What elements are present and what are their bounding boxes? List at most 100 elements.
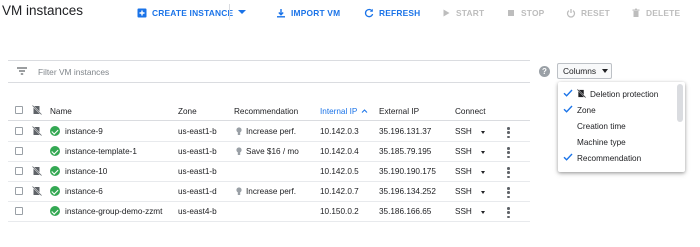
- column-header-recommendation[interactable]: Recommendation: [234, 107, 298, 116]
- sort-ascending-icon: [361, 107, 368, 116]
- columns-menu-item-recommendation[interactable]: Recommendation: [558, 150, 675, 166]
- import-icon: [275, 8, 286, 19]
- columns-menu-item-label: Deletion protection: [590, 90, 659, 99]
- create-instance-button[interactable]: CREATE INSTANCE: [136, 6, 233, 20]
- more-vert-icon[interactable]: [507, 207, 510, 218]
- ssh-button[interactable]: SSH: [455, 127, 472, 136]
- columns-menu-scrollbar[interactable]: [677, 84, 683, 122]
- ssh-chevron-down-icon[interactable]: [481, 151, 485, 154]
- recommendation-link[interactable]: Increase perf.: [246, 187, 296, 196]
- refresh-label: REFRESH: [379, 8, 421, 18]
- stop-icon: [505, 8, 516, 19]
- external-ip[interactable]: 35.190.190.175: [379, 167, 436, 176]
- internal-ip: 10.142.0.3: [320, 127, 359, 136]
- column-header-zone[interactable]: Zone: [178, 107, 197, 116]
- ssh-chevron-down-icon[interactable]: [481, 131, 485, 134]
- row-checkbox[interactable]: [15, 127, 23, 135]
- table-row[interactable]: instance-9 us-east1-b Increase perf. 10.…: [8, 122, 530, 142]
- instance-name[interactable]: instance-group-demo-zzmt: [65, 207, 162, 216]
- recommendation-link[interactable]: Save $16 / mo: [246, 147, 299, 156]
- columns-menu-item-zone[interactable]: Zone: [558, 102, 675, 118]
- filter-input[interactable]: [38, 65, 338, 79]
- check-icon: [563, 88, 573, 98]
- deletion-protection-icon: [31, 104, 43, 116]
- column-header-connect[interactable]: Connect: [455, 107, 486, 116]
- internal-ip: 10.142.0.4: [320, 147, 359, 156]
- instance-name[interactable]: instance-9: [65, 127, 103, 136]
- external-ip[interactable]: 35.196.134.252: [379, 187, 436, 196]
- more-vert-icon[interactable]: [507, 147, 510, 158]
- table-row[interactable]: instance-6 us-east1-d Increase perf. 10.…: [8, 182, 530, 202]
- internal-ip: 10.142.0.7: [320, 187, 359, 196]
- column-header-external-ip[interactable]: External IP: [379, 107, 419, 116]
- ssh-button[interactable]: SSH: [455, 167, 472, 176]
- columns-menu-item-label: Zone: [577, 106, 596, 115]
- external-ip[interactable]: 35.186.166.65: [379, 207, 431, 216]
- internal-ip: 10.142.0.5: [320, 167, 359, 176]
- filter-icon: [17, 67, 27, 77]
- import-vm-button[interactable]: IMPORT VM: [275, 6, 340, 20]
- ssh-chevron-down-icon[interactable]: [481, 191, 485, 194]
- lightbulb-icon: [236, 187, 242, 196]
- instance-name[interactable]: instance-6: [65, 187, 103, 196]
- ssh-button[interactable]: SSH: [455, 207, 472, 216]
- refresh-button[interactable]: REFRESH: [363, 6, 420, 20]
- more-vert-icon[interactable]: [507, 127, 510, 138]
- instance-zone: us-east1-b: [178, 127, 217, 136]
- status-running-icon: [50, 186, 60, 196]
- table-header: Name Zone Recommendation Internal IP Ext…: [8, 101, 530, 121]
- columns-menu-item-label: Creation time: [577, 122, 626, 131]
- instance-name[interactable]: instance-10: [65, 167, 107, 176]
- columns-menu-item-label: Recommendation: [577, 154, 642, 163]
- columns-menu-item-creation-time[interactable]: Creation time: [558, 118, 675, 134]
- lightbulb-icon: [236, 147, 242, 156]
- stop-button[interactable]: STOP: [505, 6, 544, 20]
- column-header-name[interactable]: Name: [50, 107, 72, 116]
- columns-menu-item-deletion-protection[interactable]: Deletion protection: [558, 86, 675, 102]
- row-checkbox[interactable]: [15, 207, 23, 215]
- filter-bar: [8, 60, 530, 83]
- delete-label: DELETE: [646, 8, 681, 18]
- instance-zone: us-east1-d: [178, 187, 217, 196]
- power-icon: [565, 8, 576, 19]
- row-checkbox[interactable]: [15, 167, 23, 175]
- table-row[interactable]: instance-template-1 us-east1-b Save $16 …: [8, 142, 530, 162]
- delete-button[interactable]: DELETE: [630, 6, 680, 20]
- deletion-protection-icon: [31, 165, 43, 177]
- ssh-chevron-down-icon[interactable]: [481, 171, 485, 174]
- columns-menu-item-label: Machine type: [577, 138, 626, 147]
- table-row[interactable]: instance-10 us-east1-b 10.142.0.5 35.190…: [8, 162, 530, 182]
- ssh-button[interactable]: SSH: [455, 147, 472, 156]
- start-button[interactable]: START: [440, 6, 484, 20]
- status-running-icon: [50, 126, 60, 136]
- reset-button[interactable]: RESET: [565, 6, 610, 20]
- status-running-icon: [50, 206, 60, 216]
- deletion-protection-icon: [31, 125, 43, 137]
- status-running-icon: [50, 146, 60, 156]
- table-row[interactable]: instance-group-demo-zzmt us-east4-b 10.1…: [8, 202, 530, 222]
- toolbar: VM instances CREATE INSTANCE IMPORT VM R…: [0, 0, 700, 26]
- play-icon: [440, 8, 451, 19]
- more-vert-icon[interactable]: [507, 167, 510, 178]
- column-header-internal-ip-label: Internal IP: [320, 107, 358, 116]
- column-header-internal-ip[interactable]: Internal IP: [320, 107, 368, 116]
- external-ip[interactable]: 35.196.131.37: [379, 127, 431, 136]
- internal-ip: 10.150.0.2: [320, 207, 359, 216]
- columns-button[interactable]: Columns: [557, 63, 612, 79]
- instance-zone: us-east1-b: [178, 147, 217, 156]
- create-options-chevron-down-icon[interactable]: [238, 10, 246, 14]
- select-all-checkbox[interactable]: [15, 106, 23, 114]
- columns-menu: Deletion protection Zone Creation time M…: [558, 82, 685, 172]
- instance-name[interactable]: instance-template-1: [65, 147, 137, 156]
- recommendation-link[interactable]: Increase perf.: [246, 127, 296, 136]
- instance-zone: us-east1-b: [178, 167, 217, 176]
- help-icon[interactable]: ?: [539, 66, 550, 77]
- row-checkbox[interactable]: [15, 147, 23, 155]
- chevron-down-icon: [602, 69, 609, 73]
- columns-menu-item-machine-type[interactable]: Machine type: [558, 134, 675, 150]
- ssh-button[interactable]: SSH: [455, 187, 472, 196]
- external-ip[interactable]: 35.185.79.195: [379, 147, 431, 156]
- row-checkbox[interactable]: [15, 187, 23, 195]
- more-vert-icon[interactable]: [507, 187, 510, 198]
- ssh-chevron-down-icon[interactable]: [481, 211, 485, 214]
